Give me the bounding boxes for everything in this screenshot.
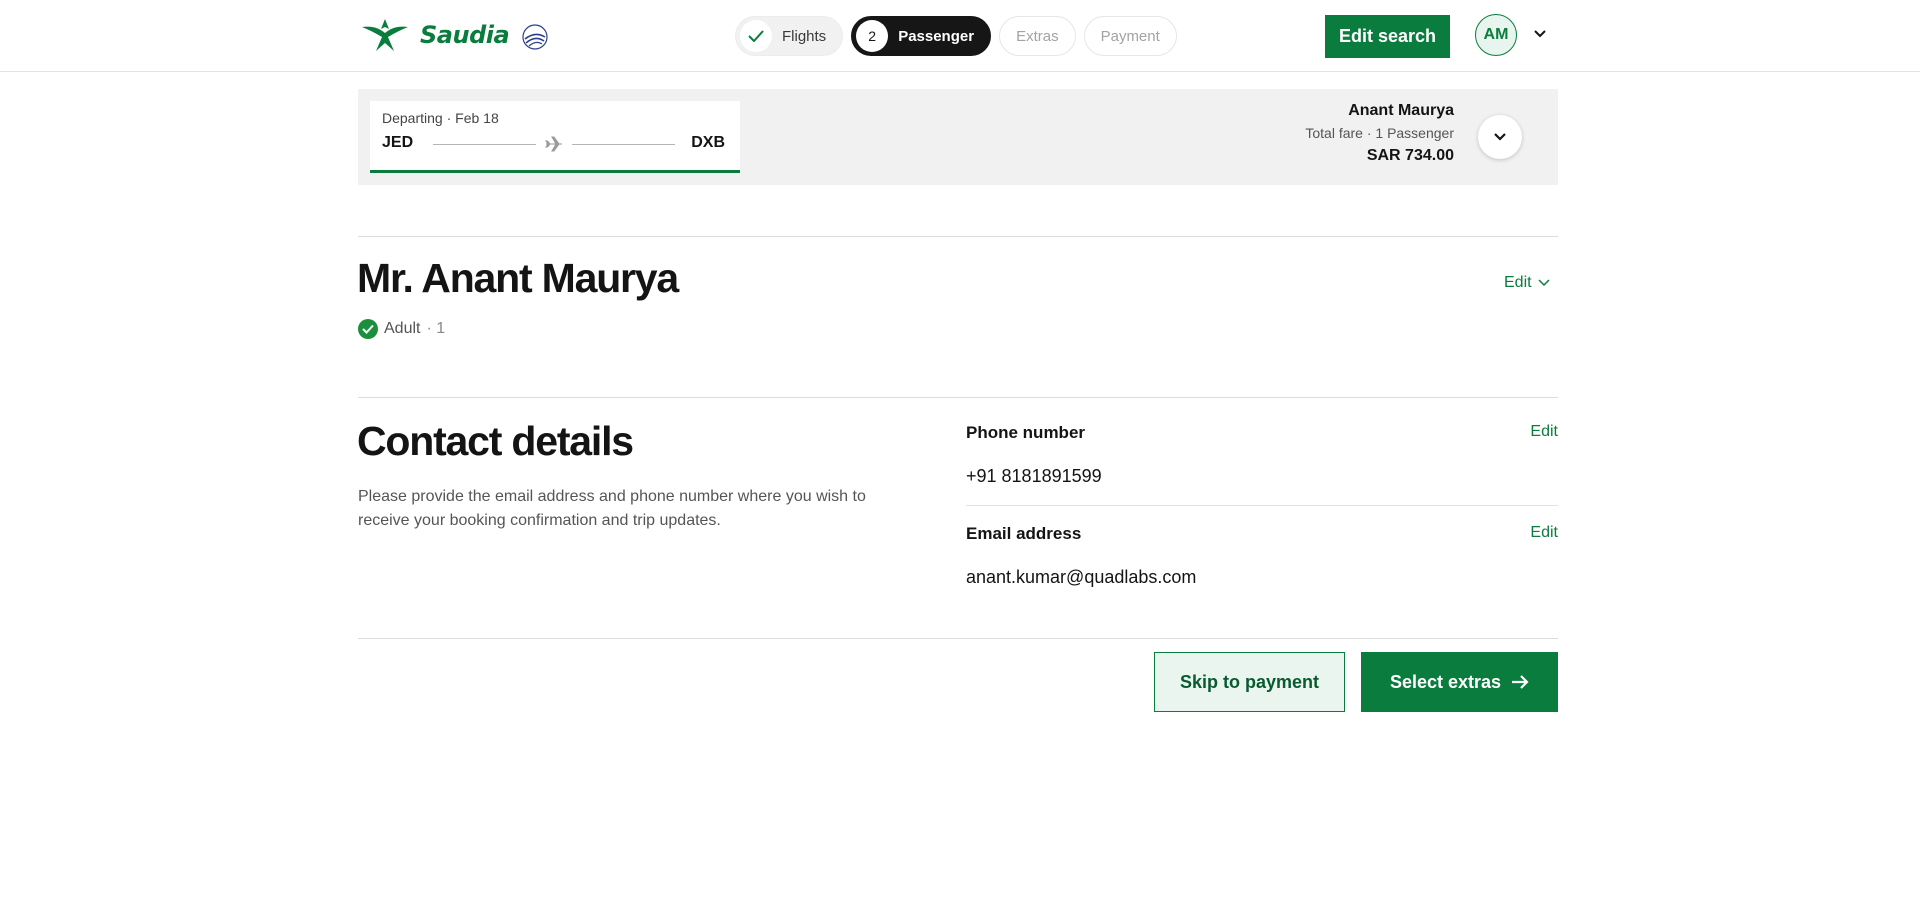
destination-code: DXB — [691, 134, 725, 151]
avatar[interactable]: AM — [1475, 14, 1517, 56]
edit-search-button[interactable]: Edit search — [1325, 15, 1450, 58]
booking-stepper: Flights 2 Passenger Extras Payment — [735, 16, 1177, 56]
phone-label: Phone number — [966, 423, 1086, 442]
summary-passenger-name: Anant Maurya — [1348, 102, 1454, 119]
email-value: anant.kumar@quadlabs.com — [966, 567, 1197, 587]
chevron-down-icon — [1494, 133, 1506, 141]
chevron-down-icon — [1538, 279, 1550, 287]
step-payment[interactable]: Payment — [1083, 16, 1177, 56]
step-label: Payment — [1100, 27, 1160, 45]
edit-phone-button[interactable]: Edit — [1530, 423, 1558, 441]
step-label: Passenger — [898, 27, 975, 45]
passenger-type: Adult · 1 — [358, 319, 445, 339]
skyteam-logo-icon — [522, 24, 548, 50]
top-header: Saudia Flights 2 Passenger Extras Paymen… — [0, 0, 1920, 72]
fare-amount: SAR 734.00 — [1366, 147, 1454, 164]
section-divider — [358, 236, 1558, 237]
route-date: Departing · Feb 18 — [382, 110, 499, 126]
fare-label: Total fare · 1 Passenger — [1305, 125, 1454, 141]
step-extras[interactable]: Extras — [999, 16, 1076, 56]
trip-summary-bar: Departing · Feb 18 JED DXB Anant Maurya … — [358, 89, 1558, 185]
contact-title: Contact details — [357, 418, 634, 464]
step-label: Extras — [1016, 27, 1059, 45]
brand-wordmark: Saudia — [420, 21, 510, 49]
palm-emblem-icon — [362, 19, 408, 51]
phone-value: +91 8181891599 — [966, 466, 1102, 486]
passenger-index: · 1 — [426, 320, 446, 337]
select-extras-label: Select extras — [1389, 671, 1502, 692]
passenger-type-label: Adult — [384, 320, 421, 337]
edit-passenger-button[interactable]: Edit — [1504, 274, 1550, 292]
saudia-logo[interactable]: Saudia — [358, 12, 553, 58]
section-divider — [358, 638, 1558, 639]
step-passenger[interactable]: 2 Passenger — [851, 16, 992, 56]
field-divider — [966, 505, 1558, 506]
check-circle-icon — [358, 319, 378, 339]
edit-label: Edit — [1504, 274, 1532, 291]
origin-code: JED — [382, 134, 414, 151]
skip-to-payment-button[interactable]: Skip to payment — [1154, 652, 1345, 712]
airplane-icon — [545, 136, 562, 152]
expand-summary-button[interactable] — [1478, 115, 1522, 159]
step-number: 2 — [856, 20, 889, 52]
edit-email-button[interactable]: Edit — [1530, 524, 1558, 542]
section-divider — [358, 397, 1558, 398]
chevron-down-icon[interactable] — [1530, 26, 1550, 42]
select-extras-button[interactable]: Select extras — [1361, 652, 1558, 712]
email-label: Email address — [966, 524, 1082, 543]
step-label: Flights — [782, 27, 827, 45]
route-card[interactable]: Departing · Feb 18 JED DXB — [370, 101, 740, 173]
passenger-name: Mr. Anant Maurya — [357, 255, 679, 301]
arrow-right-icon — [1512, 675, 1529, 689]
contact-description: Please provide the email address and pho… — [358, 488, 866, 529]
fare-summary: Anant Maurya Total fare · 1 Passenger SA… — [1305, 101, 1454, 167]
route-line — [433, 136, 675, 163]
step-flights[interactable]: Flights — [735, 16, 844, 56]
check-icon — [740, 20, 772, 52]
